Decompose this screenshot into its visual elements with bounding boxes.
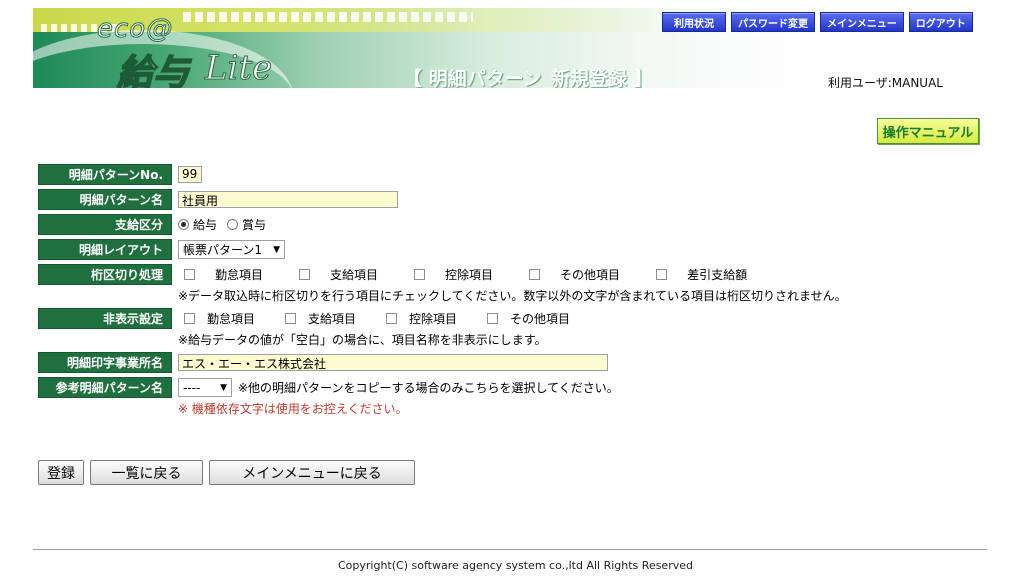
- checkbox-label: 控除項目: [409, 312, 458, 326]
- checkbox-label: 勤怠項目: [207, 312, 256, 326]
- usage-status-button[interactable]: 利用状況: [662, 12, 726, 32]
- checkbox-label: 支給項目: [308, 312, 357, 326]
- row-hidden-setting: 非表示設定 勤怠項目 支給項目 控除項目 その他項目: [38, 308, 978, 329]
- checkbox[interactable]: [285, 313, 297, 324]
- footer-divider: [33, 549, 987, 550]
- checkbox-label: その他項目: [510, 312, 571, 326]
- logo-lite-text: Lite: [204, 48, 273, 89]
- banner-dot-pattern: [183, 12, 473, 22]
- pattern-no-label: 明細パターンNo.: [38, 164, 172, 185]
- payment-type-label: 支給区分: [38, 214, 172, 235]
- pattern-name-input[interactable]: 社員用: [178, 191, 398, 208]
- charset-warning: ※ 機種依存文字は使用をお控えください。: [178, 402, 408, 416]
- radio-bonus-label: 賞与: [242, 218, 267, 232]
- checkbox[interactable]: [386, 313, 398, 324]
- hidden-setting-note: ※給与データの値が「空白」の場合に、項目名称を非表示にします。: [178, 333, 547, 347]
- hidden-attendance[interactable]: 勤怠項目: [184, 310, 255, 327]
- chevron-down-icon: ▼: [220, 382, 227, 393]
- checkbox-label: その他項目: [560, 268, 621, 282]
- office-name-label: 明細印字事業所名: [38, 352, 172, 373]
- office-name-input[interactable]: エス・エー・エス株式会社: [178, 354, 608, 371]
- main-menu-button[interactable]: メインメニュー: [820, 12, 904, 32]
- digit-sep-payment[interactable]: 支給項目: [299, 266, 378, 283]
- digit-separator-note: ※データ取込時に桁区切りを行う項目にチェックしてください。数字以外の文字が含まれ…: [178, 289, 847, 303]
- reference-pattern-note: ※他の明細パターンをコピーする場合のみこちらを選択してください。: [238, 381, 619, 395]
- checkbox-label: 勤怠項目: [215, 268, 264, 282]
- checkbox[interactable]: [184, 313, 195, 324]
- layout-select-value: 帳票パターン1: [183, 243, 263, 257]
- checkbox-label: 支給項目: [330, 268, 379, 282]
- change-password-button[interactable]: パスワード変更: [731, 12, 815, 32]
- hidden-deduction[interactable]: 控除項目: [386, 310, 457, 327]
- hidden-payment[interactable]: 支給項目: [285, 310, 356, 327]
- hidden-setting-label: 非表示設定: [38, 308, 172, 329]
- radio-bonus[interactable]: [227, 219, 239, 230]
- checkbox[interactable]: [184, 269, 195, 280]
- current-user-label: 利用ユーザ:MANUAL: [827, 76, 943, 88]
- page-title: 【 明細パターン_新規登録 】: [403, 68, 653, 88]
- radio-salary-label: 給与: [193, 218, 218, 232]
- pattern-registration-form: 明細パターンNo. 99 明細パターン名 社員用 支給区分 給与 賞与 明細レイ…: [38, 164, 978, 417]
- checkbox[interactable]: [529, 269, 541, 280]
- row-pattern-no: 明細パターンNo. 99: [38, 164, 978, 185]
- reference-pattern-select[interactable]: ---- ▼: [178, 378, 232, 397]
- back-to-list-button[interactable]: 一覧に戻る: [90, 460, 203, 485]
- copyright-text: Copyright(C) software agency system co.,…: [338, 559, 693, 572]
- logout-button[interactable]: ログアウト: [908, 12, 973, 32]
- logo-main-text: 給与: [116, 52, 190, 88]
- checkbox[interactable]: [299, 269, 311, 280]
- row-digit-separator: 桁区切り処理 勤怠項目 支給項目 控除項目 その他項目 差引支給額: [38, 264, 978, 285]
- digit-separator-label: 桁区切り処理: [38, 264, 172, 285]
- checkbox[interactable]: [487, 313, 499, 324]
- checkbox-label: 差引支給額: [687, 268, 748, 282]
- chevron-down-icon: ▼: [273, 244, 280, 255]
- radio-salary[interactable]: [178, 219, 189, 230]
- register-button[interactable]: 登録: [38, 460, 84, 485]
- pattern-no-input[interactable]: 99: [178, 166, 202, 183]
- logo-eco-text: eco@: [96, 14, 174, 45]
- row-payment-type: 支給区分 給与 賞与: [38, 214, 978, 235]
- form-actions: 登録 一覧に戻る メインメニューに戻る: [38, 460, 415, 485]
- digit-sep-net-pay[interactable]: 差引支給額: [656, 266, 747, 283]
- back-to-main-menu-button[interactable]: メインメニューに戻る: [209, 460, 415, 485]
- row-layout: 明細レイアウト 帳票パターン1 ▼: [38, 239, 978, 260]
- row-office-name: 明細印字事業所名 エス・エー・エス株式会社: [38, 352, 978, 373]
- reference-pattern-value: ----: [183, 380, 201, 395]
- row-reference-pattern: 参考明細パターン名 ---- ▼ ※他の明細パターンをコピーする場合のみこちらを…: [38, 377, 978, 398]
- top-navigation: 利用状況 パスワード変更 メインメニュー ログアウト: [662, 12, 973, 32]
- checkbox[interactable]: [656, 269, 668, 280]
- radio-selected-dot: [181, 222, 186, 227]
- row-pattern-name: 明細パターン名 社員用: [38, 189, 978, 210]
- reference-pattern-label: 参考明細パターン名: [38, 377, 172, 398]
- digit-sep-other[interactable]: その他項目: [529, 266, 620, 283]
- layout-label: 明細レイアウト: [38, 239, 172, 260]
- layout-select[interactable]: 帳票パターン1 ▼: [178, 240, 285, 259]
- hidden-other[interactable]: その他項目: [487, 310, 570, 327]
- digit-sep-attendance[interactable]: 勤怠項目: [184, 266, 263, 283]
- operation-manual-button[interactable]: 操作マニュアル: [877, 118, 979, 144]
- pattern-name-label: 明細パターン名: [38, 189, 172, 210]
- digit-sep-deduction[interactable]: 控除項目: [414, 266, 493, 283]
- checkbox-label: 控除項目: [445, 268, 494, 282]
- checkbox[interactable]: [414, 269, 426, 280]
